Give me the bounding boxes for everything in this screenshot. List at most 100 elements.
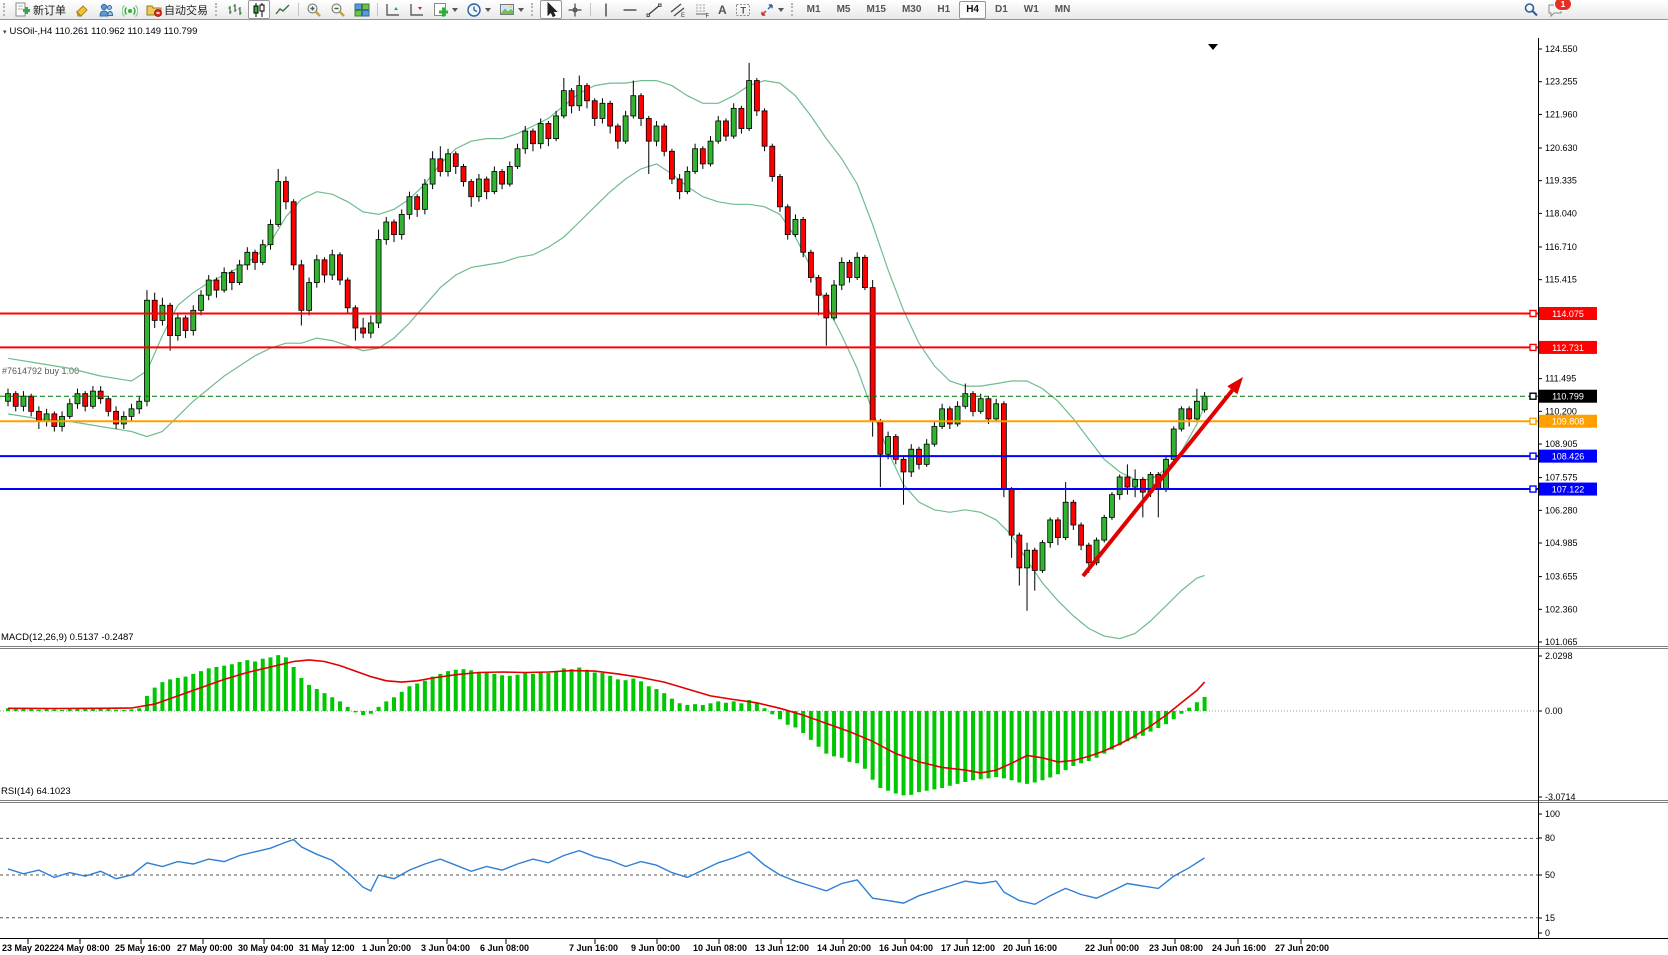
macd-indicator-label: MACD(12,26,9) 0.5137 -0.2487 <box>1 632 134 643</box>
chart-shift-button[interactable] <box>406 0 428 19</box>
timeframe-toolbar: M1M5M15M30H1H4D1W1MN <box>799 1 1079 19</box>
vertical-line-icon <box>598 2 614 18</box>
chart-menu-arrow-icon[interactable]: ▾ <box>3 28 7 36</box>
search-button[interactable] <box>1520 0 1542 19</box>
vline-tool-button[interactable] <box>595 0 617 19</box>
line-chart-icon <box>275 2 291 18</box>
hline-tool-button[interactable] <box>619 0 641 19</box>
chart-canvas[interactable]: 124.550123.255121.960120.630119.335118.0… <box>0 38 1668 955</box>
auto-scroll-button[interactable] <box>382 0 404 19</box>
timeframe-W1[interactable]: W1 <box>1017 1 1046 19</box>
autotrade-label: 自动交易 <box>164 2 208 18</box>
cursor-icon <box>543 2 559 18</box>
text-tool-icon: A <box>718 3 727 17</box>
timeframe-MN[interactable]: MN <box>1048 1 1078 19</box>
svg-text:108.905: 108.905 <box>1545 439 1578 449</box>
svg-text:20 Jun 16:00: 20 Jun 16:00 <box>1003 943 1057 953</box>
svg-text:112.731: 112.731 <box>1552 343 1584 353</box>
indicators-button[interactable] <box>430 0 461 19</box>
svg-text:50: 50 <box>1545 870 1555 880</box>
toolbar-separator <box>377 3 378 16</box>
arrows-tool-button[interactable] <box>756 0 787 19</box>
svg-text:103.655: 103.655 <box>1545 572 1578 582</box>
text-label-icon: T <box>735 2 751 18</box>
svg-text:27 Jun 20:00: 27 Jun 20:00 <box>1275 943 1329 953</box>
timeframe-H4[interactable]: H4 <box>959 1 986 19</box>
trendline-icon <box>646 2 662 18</box>
autotrade-icon <box>146 2 162 18</box>
svg-text:107.122: 107.122 <box>1552 485 1585 495</box>
signals-button[interactable] <box>119 0 141 19</box>
line-chart-button[interactable] <box>272 0 294 19</box>
timeframe-M30[interactable]: M30 <box>895 1 928 19</box>
toolbar-drag-handle <box>3 3 8 16</box>
zoom-in-icon <box>306 2 322 18</box>
timeframe-D1[interactable]: D1 <box>988 1 1015 19</box>
svg-text:0.00: 0.00 <box>1545 706 1563 716</box>
templates-button[interactable] <box>496 0 527 19</box>
chart-window: #7614792 buy 1.00 124.550123.255121.9601… <box>0 19 1668 936</box>
notifications-button[interactable]: 1 <box>1544 0 1566 19</box>
svg-text:121.960: 121.960 <box>1545 109 1578 119</box>
crosshair-tool-button[interactable] <box>564 0 586 19</box>
svg-text:114.075: 114.075 <box>1552 309 1584 319</box>
periods-button[interactable] <box>463 0 494 19</box>
timeframe-M15[interactable]: M15 <box>859 1 892 19</box>
zoom-out-button[interactable] <box>327 0 349 19</box>
svg-text:9 Jun 00:00: 9 Jun 00:00 <box>631 943 680 953</box>
channel-tool-button[interactable]: E <box>667 0 689 19</box>
timeframe-M5[interactable]: M5 <box>830 1 858 19</box>
new-order-button[interactable]: 新订单 <box>12 0 69 19</box>
svg-text:31 May 12:00: 31 May 12:00 <box>299 943 355 953</box>
svg-text:104.985: 104.985 <box>1545 538 1578 548</box>
svg-text:124.550: 124.550 <box>1545 44 1578 54</box>
svg-text:24 May 08:00: 24 May 08:00 <box>54 943 110 953</box>
svg-text:13 Jun 12:00: 13 Jun 12:00 <box>755 943 809 953</box>
svg-text:6 Jun 08:00: 6 Jun 08:00 <box>480 943 529 953</box>
rsi-indicator-label: RSI(14) 64.1023 <box>1 786 71 797</box>
timeframe-H1[interactable]: H1 <box>930 1 957 19</box>
zoom-out-icon <box>330 2 346 18</box>
eraser-button[interactable] <box>71 0 93 19</box>
text-tool-button[interactable]: A <box>715 0 730 19</box>
toolbar-group-separator <box>531 3 536 16</box>
indicators-icon <box>433 2 449 18</box>
autotrade-button[interactable]: 自动交易 <box>143 0 211 19</box>
arrows-icon <box>759 2 775 18</box>
svg-text:115.415: 115.415 <box>1545 275 1577 285</box>
svg-text:14 Jun 20:00: 14 Jun 20:00 <box>817 943 871 953</box>
svg-text:116.710: 116.710 <box>1545 242 1577 252</box>
crosshair-icon <box>567 2 583 18</box>
svg-text:23 Jun 08:00: 23 Jun 08:00 <box>1149 943 1203 953</box>
svg-text:107.575: 107.575 <box>1545 473 1578 483</box>
svg-text:24 Jun 16:00: 24 Jun 16:00 <box>1212 943 1266 953</box>
toolbar-separator <box>590 3 591 16</box>
fibonacci-tool-button[interactable]: F <box>691 0 713 19</box>
svg-text:3 Jun 04:00: 3 Jun 04:00 <box>421 943 470 953</box>
tile-windows-button[interactable] <box>351 0 373 19</box>
svg-text:15: 15 <box>1545 913 1555 923</box>
timeframe-M1[interactable]: M1 <box>800 1 828 19</box>
svg-text:-3.0714: -3.0714 <box>1545 792 1576 802</box>
trendline-tool-button[interactable] <box>643 0 665 19</box>
svg-text:110.799: 110.799 <box>1552 392 1584 402</box>
zoom-in-button[interactable] <box>303 0 325 19</box>
svg-text:101.065: 101.065 <box>1545 637 1578 647</box>
notification-badge: 1 <box>1554 0 1572 11</box>
search-icon <box>1523 2 1539 18</box>
cursor-tool-button[interactable] <box>540 0 562 19</box>
users-icon <box>98 2 114 18</box>
new-order-label: 新订单 <box>33 2 66 18</box>
horizontal-line-icon <box>622 2 638 18</box>
bar-chart-button[interactable] <box>224 0 246 19</box>
svg-text:30 May 04:00: 30 May 04:00 <box>238 943 294 953</box>
toolbar-group-separator <box>215 3 220 16</box>
svg-text:120.630: 120.630 <box>1545 143 1578 153</box>
svg-text:7 Jun 16:00: 7 Jun 16:00 <box>569 943 618 953</box>
label-tool-button[interactable]: T <box>732 0 754 19</box>
community-button[interactable] <box>95 0 117 19</box>
auto-scroll-icon <box>385 2 401 18</box>
svg-text:106.280: 106.280 <box>1545 505 1578 515</box>
candle-chart-button[interactable] <box>248 0 270 19</box>
equidistant-channel-icon: E <box>670 2 686 18</box>
